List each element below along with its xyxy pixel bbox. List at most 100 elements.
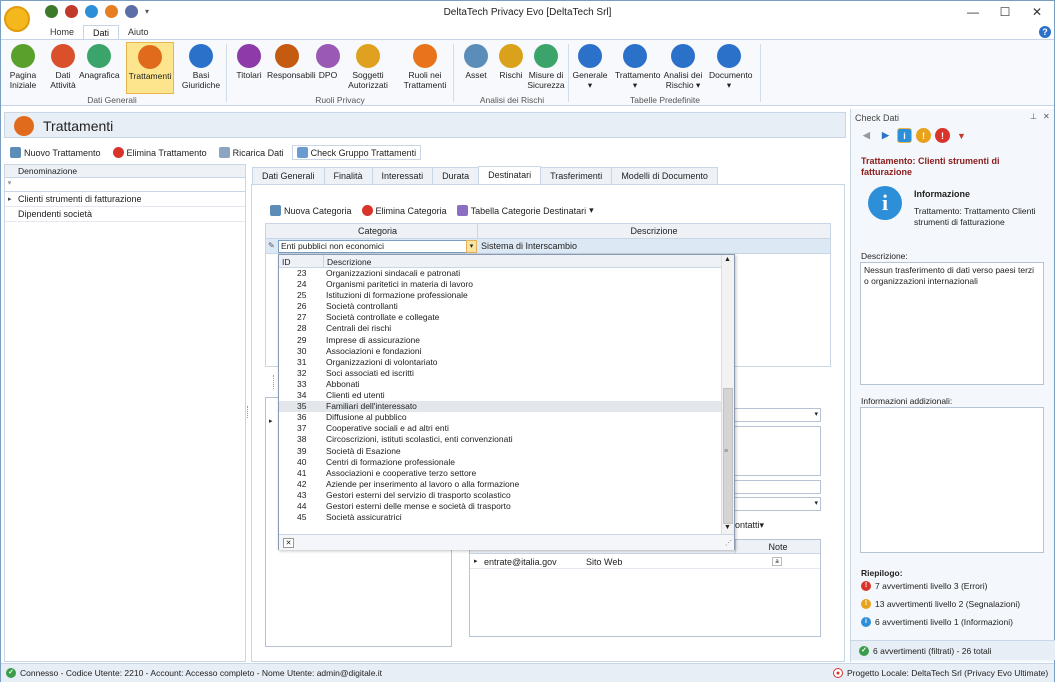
dropdown-scrollbar[interactable]: ▲ ≡ ▼ (721, 255, 734, 535)
close-button[interactable]: ✕ (1022, 3, 1052, 21)
lower-splitter[interactable] (273, 375, 276, 389)
scroll-thumb[interactable] (723, 388, 733, 524)
list-item[interactable]: 43 Gestori esterni del servizio di traspo… (279, 490, 722, 501)
error-filter-icon[interactable]: ! (935, 128, 950, 143)
field-tipo[interactable]: ▾ (734, 408, 821, 422)
contatti-button[interactable]: ontatti▾ (735, 520, 764, 531)
tab-finalita[interactable]: Finalità (323, 167, 373, 184)
list-item[interactable]: 30 Associazioni e fondazioni (279, 346, 722, 357)
list-item[interactable]: 26 Società controllanti (279, 301, 722, 312)
column-header-denominazione[interactable]: Denominazione (5, 165, 245, 178)
list-item[interactable]: 40 Centri di formazione professionale (279, 457, 722, 468)
maximize-button[interactable]: ☐ (990, 3, 1020, 21)
list-item[interactable]: 41 Associazioni e cooperative terzo setto… (279, 468, 722, 479)
forward-arrow-icon[interactable]: ▶ (878, 128, 893, 143)
ribbon-button-2-0[interactable]: Asset (456, 42, 496, 94)
list-item[interactable]: 45 Società assicuratrici (279, 512, 722, 523)
list-item[interactable]: 31 Organizzazioni di volontariato (279, 357, 722, 368)
list-item[interactable]: 29 Imprese di assicurazione (279, 335, 722, 346)
check-group-button[interactable]: Check Gruppo Trattamenti (291, 145, 422, 160)
back-arrow-icon[interactable]: ◀ (859, 128, 874, 143)
ribbon-button-0-0[interactable]: Pagina Iniziale (3, 42, 43, 94)
delete-trattamento-button[interactable]: Elimina Trattamento (109, 146, 211, 159)
list-item[interactable]: 28 Centrali dei rischi (279, 323, 722, 334)
list-item[interactable]: 44 Gestori esterni delle mense e società … (279, 501, 722, 512)
list-item[interactable]: 25 Istituzioni di formazione professional… (279, 290, 722, 301)
reload-button[interactable]: Ricarica Dati (215, 146, 288, 159)
new-categoria-button[interactable]: Nuova Categoria (266, 204, 356, 217)
delete-categoria-button[interactable]: Elimina Categoria (358, 204, 451, 217)
note-icon[interactable]: a (772, 557, 782, 566)
ribbon-button-3-2[interactable]: Analisi dei Rischio ▾ (663, 42, 703, 94)
list-item[interactable]: 23 Organizzazioni sindacali e patronati (279, 268, 722, 279)
descrizione-box[interactable]: Nessun trasferimento di dati verso paesi… (860, 262, 1044, 385)
list-item[interactable]: 42 Aziende per inserimento al lavoro o al… (279, 479, 722, 490)
list-item[interactable]: 39 Società di Esazione (279, 446, 722, 457)
scroll-up-icon[interactable]: ▲ (724, 256, 731, 263)
list-item[interactable]: 27 Società controllate e collegate (279, 312, 722, 323)
ribbon-button-2-2[interactable]: Misure di Sicurezza (526, 42, 566, 94)
categoria-combo[interactable]: Enti pubblici non economici ▾ (278, 240, 477, 253)
resize-grip-icon[interactable]: ⋰ (725, 539, 732, 547)
summary-info[interactable]: i 6 avvertimenti livello 1 (Informazioni) (861, 617, 1013, 627)
tab-aiuto[interactable]: Aiuto (119, 25, 158, 40)
tab-dati[interactable]: Dati (83, 25, 120, 40)
tab-dati-generali[interactable]: Dati Generali (252, 167, 325, 184)
column-header-categoria[interactable]: Categoria (278, 224, 478, 239)
list-item[interactable]: 38 Circoscrizioni, istituti scolastici, e… (279, 434, 722, 445)
ribbon-button-0-4[interactable]: Basi Giuridiche (181, 42, 221, 94)
pin-icon[interactable]: ⊥ (1030, 112, 1037, 121)
field-indirizzo[interactable] (734, 426, 821, 476)
ribbon-button-3-1[interactable]: Trattamento ▾ (615, 42, 661, 94)
ribbon-button-1-2[interactable]: DPO (308, 42, 348, 94)
tab-home[interactable]: Home (41, 25, 83, 40)
column-header-id[interactable]: ID (282, 257, 291, 267)
ribbon-button-0-3[interactable]: Trattamenti (126, 42, 174, 94)
table-row[interactable]: ✎ Enti pubblici non economici ▾ Sistema … (266, 239, 830, 254)
scroll-down-icon[interactable]: ▼ (724, 524, 731, 531)
field-select[interactable]: ▾ (734, 497, 821, 511)
ribbon-button-0-1[interactable]: Dati Attività (43, 42, 83, 94)
list-item[interactable]: 36 Diffusione al pubblico (279, 412, 722, 423)
list-item[interactable]: 33 Abbonati (279, 379, 722, 390)
close-panel-icon[interactable]: ✕ (1043, 112, 1050, 121)
new-trattamento-button[interactable]: Nuovo Trattamento (6, 146, 105, 159)
tab-durata[interactable]: Durata (432, 167, 480, 184)
list-item[interactable]: 34 Clienti ed utenti (279, 390, 722, 401)
list-item[interactable]: 35 Familiari dell'interessato (279, 401, 722, 413)
splitter-handle[interactable] (247, 406, 250, 418)
ribbon-button-0-2[interactable]: Anagrafica (79, 42, 120, 94)
tab-interessati[interactable]: Interessati (371, 167, 434, 184)
table-row[interactable]: Dipendenti società (5, 207, 245, 222)
column-header-note[interactable]: Note (735, 540, 820, 554)
list-item[interactable]: 24 Organismi paritetici in materia di lav… (279, 279, 722, 290)
list-item[interactable]: 37 Cooperative sociali e ad altri enti (279, 423, 722, 434)
close-icon[interactable]: ✕ (283, 538, 294, 548)
tab-destinatari[interactable]: Destinatari (478, 166, 542, 185)
ribbon-button-3-0[interactable]: Generale ▾ (570, 42, 610, 94)
info-addizionali-box[interactable] (860, 407, 1044, 553)
ribbon-button-3-3[interactable]: Documento ▾ (709, 42, 752, 94)
table-row[interactable]: ▸ Clienti strumenti di fatturazione (5, 192, 245, 207)
table-row[interactable]: ▸ entrate@italia.gov Sito Web a (470, 555, 820, 569)
tab-trasferimenti[interactable]: Trasferimenti (540, 167, 613, 184)
tab-modelli-documento[interactable]: Modelli di Documento (611, 167, 718, 184)
ribbon-button-1-1[interactable]: Responsabili (267, 42, 316, 94)
column-header-descrizione[interactable]: Descrizione (323, 255, 374, 268)
combo-dropdown-button[interactable]: ▾ (466, 240, 477, 253)
table-categorie-button[interactable]: Tabella Categorie Destinatari ▾ (453, 204, 598, 217)
summary-errors[interactable]: ! 7 avvertimenti livello 3 (Errori) (861, 581, 987, 591)
ribbon-button-1-3[interactable]: Soggetti Autorizzati (348, 42, 388, 94)
summary-warnings[interactable]: ! 13 avvertimenti livello 2 (Segnalazioni… (861, 599, 1020, 609)
column-header-descrizione[interactable]: Descrizione (478, 224, 830, 239)
field-extra[interactable] (734, 480, 821, 494)
ribbon-button-2-1[interactable]: Rischi (491, 42, 531, 94)
minimize-button[interactable]: — (958, 3, 988, 21)
ribbon-button-1-0[interactable]: Titolari (229, 42, 269, 94)
info-filter-icon[interactable]: i (897, 128, 912, 143)
warning-filter-icon[interactable]: ! (916, 128, 931, 143)
list-item[interactable]: 32 Soci associati ed iscritti (279, 368, 722, 379)
clear-filter-icon[interactable]: ▼ (954, 128, 969, 143)
app-logo[interactable] (4, 6, 30, 32)
filter-row[interactable]: ᵩ (5, 178, 245, 192)
